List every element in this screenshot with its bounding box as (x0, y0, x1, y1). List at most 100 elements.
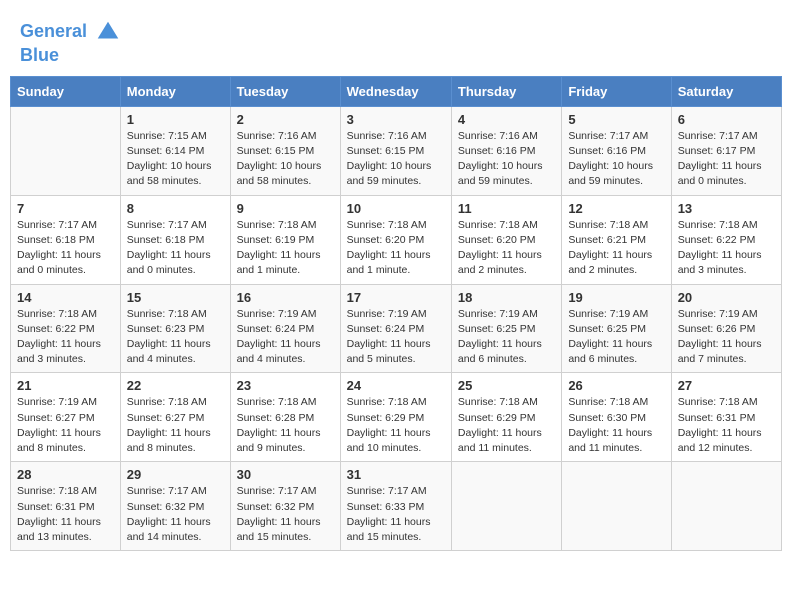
day-info: Sunrise: 7:17 AMSunset: 6:33 PMDaylight:… (347, 484, 445, 545)
day-number: 7 (17, 201, 114, 216)
day-info: Sunrise: 7:18 AMSunset: 6:31 PMDaylight:… (17, 484, 114, 545)
calendar-cell: 30 Sunrise: 7:17 AMSunset: 6:32 PMDayligh… (230, 462, 340, 551)
calendar-cell: 9 Sunrise: 7:18 AMSunset: 6:19 PMDaylight… (230, 195, 340, 284)
calendar-cell: 3 Sunrise: 7:16 AMSunset: 6:15 PMDaylight… (340, 106, 451, 195)
day-info: Sunrise: 7:18 AMSunset: 6:19 PMDaylight:… (237, 218, 334, 279)
day-number: 28 (17, 467, 114, 482)
day-info: Sunrise: 7:17 AMSunset: 6:16 PMDaylight:… (568, 129, 664, 190)
day-number: 12 (568, 201, 664, 216)
day-number: 10 (347, 201, 445, 216)
calendar-week-row: 7 Sunrise: 7:17 AMSunset: 6:18 PMDaylight… (11, 195, 782, 284)
page-header: General Blue (10, 10, 782, 70)
day-header-friday: Friday (562, 76, 671, 106)
day-info: Sunrise: 7:18 AMSunset: 6:22 PMDaylight:… (678, 218, 775, 279)
day-info: Sunrise: 7:18 AMSunset: 6:22 PMDaylight:… (17, 307, 114, 368)
day-info: Sunrise: 7:17 AMSunset: 6:18 PMDaylight:… (17, 218, 114, 279)
day-number: 4 (458, 112, 555, 127)
calendar-cell: 8 Sunrise: 7:17 AMSunset: 6:18 PMDaylight… (120, 195, 230, 284)
day-number: 29 (127, 467, 224, 482)
calendar-week-row: 28 Sunrise: 7:18 AMSunset: 6:31 PMDayligh… (11, 462, 782, 551)
day-number: 16 (237, 290, 334, 305)
calendar-cell: 22 Sunrise: 7:18 AMSunset: 6:27 PMDayligh… (120, 373, 230, 462)
calendar-week-row: 1 Sunrise: 7:15 AMSunset: 6:14 PMDaylight… (11, 106, 782, 195)
day-info: Sunrise: 7:17 AMSunset: 6:32 PMDaylight:… (237, 484, 334, 545)
day-number: 24 (347, 378, 445, 393)
day-header-saturday: Saturday (671, 76, 781, 106)
day-number: 8 (127, 201, 224, 216)
day-number: 3 (347, 112, 445, 127)
day-number: 5 (568, 112, 664, 127)
logo-text2: Blue (20, 46, 122, 66)
calendar-cell: 10Sunrise: 7:18 AMSunset: 6:20 PMDayligh… (340, 195, 451, 284)
calendar-cell: 7 Sunrise: 7:17 AMSunset: 6:18 PMDaylight… (11, 195, 121, 284)
calendar-cell: 26 Sunrise: 7:18 AMSunset: 6:30 PMDayligh… (562, 373, 671, 462)
day-info: Sunrise: 7:19 AMSunset: 6:25 PMDaylight:… (568, 307, 664, 368)
day-info: Sunrise: 7:18 AMSunset: 6:21 PMDaylight:… (568, 218, 664, 279)
calendar-cell: 24 Sunrise: 7:18 AMSunset: 6:29 PMDayligh… (340, 373, 451, 462)
calendar-cell: 23 Sunrise: 7:18 AMSunset: 6:28 PMDayligh… (230, 373, 340, 462)
calendar-cell: 1 Sunrise: 7:15 AMSunset: 6:14 PMDaylight… (120, 106, 230, 195)
calendar-cell: 14 Sunrise: 7:18 AMSunset: 6:22 PMDayligh… (11, 284, 121, 373)
day-number: 15 (127, 290, 224, 305)
day-info: Sunrise: 7:19 AMSunset: 6:24 PMDaylight:… (237, 307, 334, 368)
day-info: Sunrise: 7:18 AMSunset: 6:30 PMDaylight:… (568, 395, 664, 456)
calendar-cell (671, 462, 781, 551)
day-info: Sunrise: 7:18 AMSunset: 6:28 PMDaylight:… (237, 395, 334, 456)
day-number: 27 (678, 378, 775, 393)
calendar-cell: 19Sunrise: 7:19 AMSunset: 6:25 PMDayligh… (562, 284, 671, 373)
day-info: Sunrise: 7:18 AMSunset: 6:29 PMDaylight:… (458, 395, 555, 456)
day-header-thursday: Thursday (451, 76, 561, 106)
day-number: 14 (17, 290, 114, 305)
day-info: Sunrise: 7:18 AMSunset: 6:27 PMDaylight:… (127, 395, 224, 456)
day-info: Sunrise: 7:17 AMSunset: 6:18 PMDaylight:… (127, 218, 224, 279)
calendar-cell: 17 Sunrise: 7:19 AMSunset: 6:24 PMDayligh… (340, 284, 451, 373)
day-info: Sunrise: 7:19 AMSunset: 6:27 PMDaylight:… (17, 395, 114, 456)
day-header-tuesday: Tuesday (230, 76, 340, 106)
calendar-week-row: 21 Sunrise: 7:19 AMSunset: 6:27 PMDayligh… (11, 373, 782, 462)
day-info: Sunrise: 7:19 AMSunset: 6:24 PMDaylight:… (347, 307, 445, 368)
day-info: Sunrise: 7:18 AMSunset: 6:23 PMDaylight:… (127, 307, 224, 368)
day-header-monday: Monday (120, 76, 230, 106)
day-number: 26 (568, 378, 664, 393)
day-info: Sunrise: 7:16 AMSunset: 6:15 PMDaylight:… (347, 129, 445, 190)
calendar-cell: 12 Sunrise: 7:18 AMSunset: 6:21 PMDayligh… (562, 195, 671, 284)
calendar-cell: 25Sunrise: 7:18 AMSunset: 6:29 PMDayligh… (451, 373, 561, 462)
calendar-header-row: SundayMondayTuesdayWednesdayThursdayFrid… (11, 76, 782, 106)
day-info: Sunrise: 7:17 AMSunset: 6:17 PMDaylight:… (678, 129, 775, 190)
day-number: 2 (237, 112, 334, 127)
day-info: Sunrise: 7:19 AMSunset: 6:26 PMDaylight:… (678, 307, 775, 368)
day-number: 18 (458, 290, 555, 305)
calendar-cell: 28 Sunrise: 7:18 AMSunset: 6:31 PMDayligh… (11, 462, 121, 551)
calendar-cell: 18Sunrise: 7:19 AMSunset: 6:25 PMDayligh… (451, 284, 561, 373)
calendar-cell: 20 Sunrise: 7:19 AMSunset: 6:26 PMDayligh… (671, 284, 781, 373)
day-info: Sunrise: 7:16 AMSunset: 6:15 PMDaylight:… (237, 129, 334, 190)
day-number: 20 (678, 290, 775, 305)
day-number: 21 (17, 378, 114, 393)
day-number: 6 (678, 112, 775, 127)
day-number: 1 (127, 112, 224, 127)
calendar-cell: 11 Sunrise: 7:18 AMSunset: 6:20 PMDayligh… (451, 195, 561, 284)
day-number: 17 (347, 290, 445, 305)
calendar-cell: 2 Sunrise: 7:16 AMSunset: 6:15 PMDaylight… (230, 106, 340, 195)
day-number: 9 (237, 201, 334, 216)
day-number: 31 (347, 467, 445, 482)
calendar-week-row: 14 Sunrise: 7:18 AMSunset: 6:22 PMDayligh… (11, 284, 782, 373)
day-number: 23 (237, 378, 334, 393)
calendar-cell: 13Sunrise: 7:18 AMSunset: 6:22 PMDayligh… (671, 195, 781, 284)
calendar-cell: 4Sunrise: 7:16 AMSunset: 6:16 PMDaylight… (451, 106, 561, 195)
calendar-cell: 31 Sunrise: 7:17 AMSunset: 6:33 PMDayligh… (340, 462, 451, 551)
day-number: 11 (458, 201, 555, 216)
day-info: Sunrise: 7:17 AMSunset: 6:32 PMDaylight:… (127, 484, 224, 545)
calendar-cell (11, 106, 121, 195)
calendar-table: SundayMondayTuesdayWednesdayThursdayFrid… (10, 76, 782, 551)
day-header-sunday: Sunday (11, 76, 121, 106)
day-number: 30 (237, 467, 334, 482)
day-info: Sunrise: 7:15 AMSunset: 6:14 PMDaylight:… (127, 129, 224, 190)
calendar-cell (451, 462, 561, 551)
calendar-cell: 27 Sunrise: 7:18 AMSunset: 6:31 PMDayligh… (671, 373, 781, 462)
day-number: 22 (127, 378, 224, 393)
day-info: Sunrise: 7:18 AMSunset: 6:31 PMDaylight:… (678, 395, 775, 456)
calendar-cell (562, 462, 671, 551)
day-info: Sunrise: 7:18 AMSunset: 6:29 PMDaylight:… (347, 395, 445, 456)
day-info: Sunrise: 7:18 AMSunset: 6:20 PMDaylight:… (458, 218, 555, 279)
